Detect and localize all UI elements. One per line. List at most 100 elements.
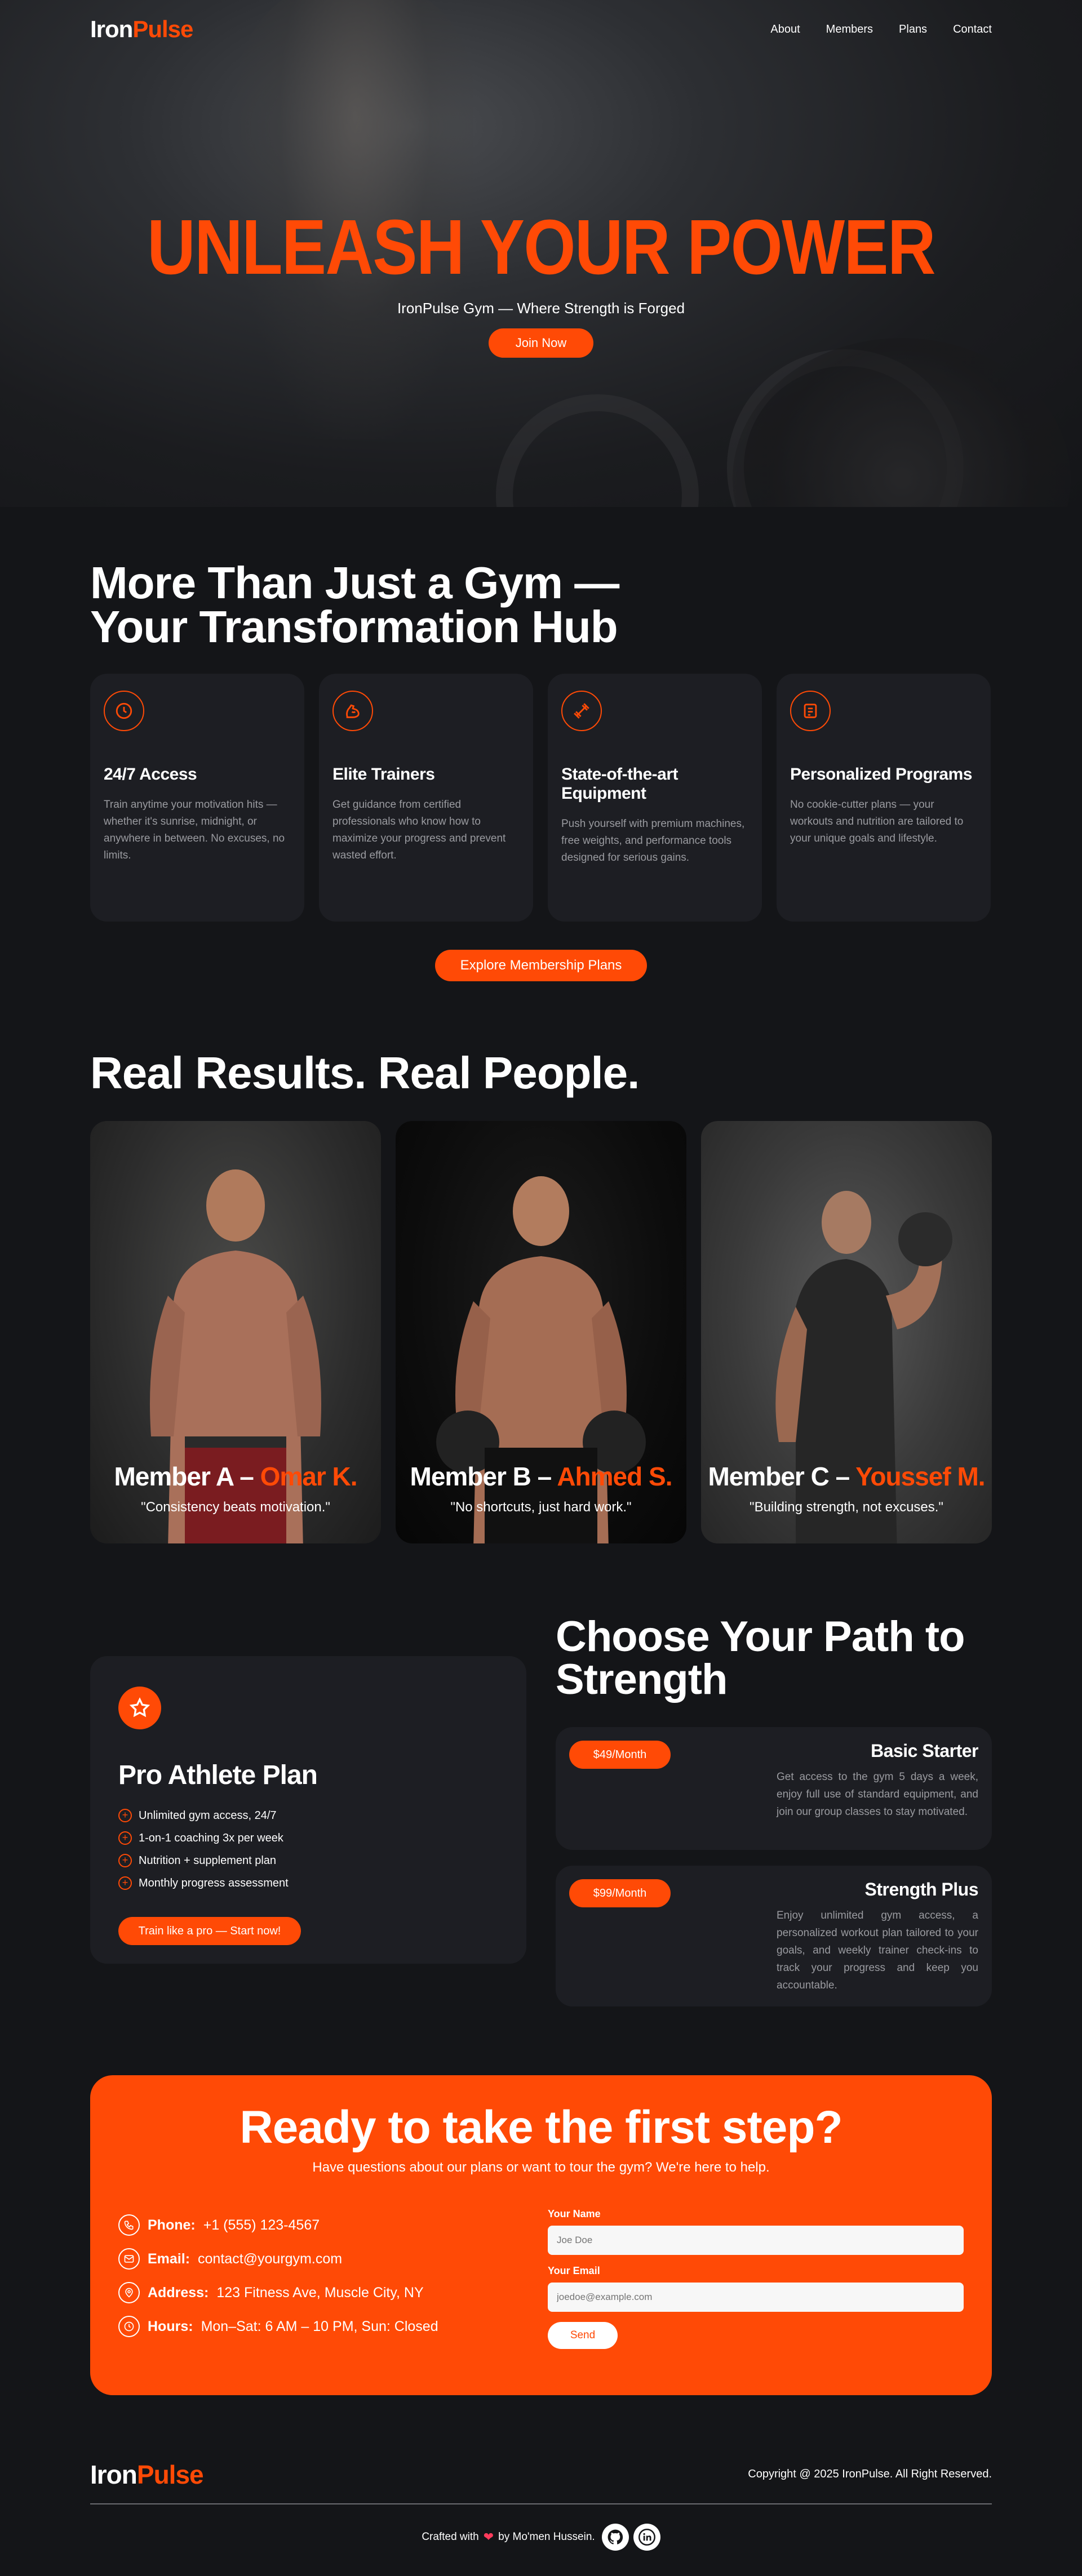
member-quote: "No shortcuts, just hard work." [450, 1500, 632, 1515]
results-title: Real Results. Real People. [90, 1048, 640, 1098]
feature-card-text: No cookie-cutter plans — your workouts a… [790, 799, 964, 844]
pro-plan-title: Pro Athlete Plan [118, 1760, 318, 1790]
contact-form: Your Name Your Email Send [548, 2208, 964, 2349]
contact-value: +1 (555) 123-4567 [203, 2217, 320, 2233]
name-input[interactable] [548, 2226, 964, 2255]
features-title-line: Your Transformation Hub [90, 602, 618, 652]
start-pro-plan-button[interactable]: Train like a pro — Start now! [118, 1917, 301, 1945]
plans-title-line: Choose Your Path to [556, 1613, 965, 1661]
plans-title: Choose Your Path to Strength [556, 1616, 965, 1701]
nav-link-members[interactable]: Members [826, 23, 873, 36]
contact-label: Phone: [148, 2217, 196, 2233]
explore-plans-button[interactable]: Explore Membership Plans [435, 950, 647, 981]
plan-description: Enjoy unlimited gym access, a personaliz… [777, 1910, 978, 1991]
member-label: Member C – [708, 1462, 850, 1491]
member-quote: "Building strength, not excuses." [750, 1500, 943, 1515]
plan-description: Get access to the gym 5 days a week, enj… [777, 1771, 978, 1818]
credit-text: Crafted with [422, 2531, 479, 2543]
member-caption: Member B – Ahmed S. "No shortcuts, just … [396, 1461, 686, 1515]
footer-divider [90, 2503, 992, 2504]
feature-card: Personalized Programs No cookie-cutter p… [777, 674, 991, 922]
contact-value: contact@yourgym.com [198, 2250, 343, 2267]
member-highlight-name: Ahmed S. [557, 1462, 672, 1491]
features-title-line: More Than Just a Gym — [90, 558, 619, 608]
plus-circle-icon: + [118, 1854, 132, 1867]
plans-title-line: Strength [556, 1656, 728, 1703]
contact-value: 123 Fitness Ave, Muscle City, NY [216, 2284, 424, 2301]
heart-icon: ❤ [483, 2530, 494, 2544]
pro-plan-card: Pro Athlete Plan + Unlimited gym access, … [90, 1656, 526, 1964]
logo[interactable]: IronPulse [90, 16, 193, 43]
feature-card-text: Push yourself with premium machines, fre… [561, 818, 745, 864]
logo-text-pulse: Pulse [136, 2460, 204, 2489]
feature-card-title: 24/7 Access [104, 765, 197, 784]
contact-label: Address: [148, 2284, 209, 2301]
feature-text: Monthly progress assessment [139, 1877, 289, 1889]
linkedin-icon[interactable] [633, 2524, 660, 2551]
contact-label: Hours: [148, 2318, 193, 2334]
phone-icon [118, 2214, 140, 2236]
price-button[interactable]: $49/Month [569, 1741, 671, 1769]
feature-card: State-of-the-art Equipment Push yourself… [548, 674, 762, 922]
plus-circle-icon: + [118, 1809, 132, 1822]
price-button[interactable]: $99/Month [569, 1879, 671, 1907]
feature-card: Elite Trainers Get guidance from certifi… [319, 674, 533, 922]
list-item: + Unlimited gym access, 24/7 [118, 1804, 498, 1827]
pro-plan-features: + Unlimited gym access, 24/7 +1-on-1 coac… [118, 1804, 498, 1894]
location-icon [118, 2282, 140, 2303]
dumbbell-icon [561, 691, 602, 731]
member-name: Member C – Youssef M. [701, 1461, 992, 1492]
contact-section: Ready to take the first step? Have quest… [90, 2075, 992, 2395]
member-caption: Member A – Omar K. "Consistency beats mo… [90, 1461, 381, 1515]
join-now-button[interactable]: Join Now [489, 328, 593, 358]
hero-background-plate [496, 394, 699, 507]
plus-circle-icon: + [118, 1876, 132, 1890]
name-label: Your Name [548, 2208, 601, 2219]
member-quote: "Consistency beats motivation." [141, 1500, 330, 1515]
member-card: Member C – Youssef M. "Building strength… [701, 1121, 992, 1543]
member-label: Member A – [114, 1462, 254, 1491]
member-card: Member A – Omar K. "Consistency beats mo… [90, 1121, 381, 1543]
email-input[interactable] [548, 2283, 964, 2312]
member-name: Member A – Omar K. [90, 1461, 381, 1492]
document-icon [790, 691, 831, 731]
hero-title: UNLEASH YOUR POWER [147, 204, 935, 291]
member-highlight-name: Omar K. [260, 1462, 358, 1491]
nav-link-contact[interactable]: Contact [953, 23, 992, 36]
contact-value: Mon–Sat: 6 AM – 10 PM, Sun: Closed [201, 2318, 438, 2334]
feature-text: Unlimited gym access, 24/7 [139, 1809, 277, 1822]
email-icon [118, 2248, 140, 2270]
nav-links: About Members Plans Contact [770, 23, 992, 36]
feature-card-text: Train anytime your motivation hits — whe… [104, 799, 285, 861]
nav-link-plans[interactable]: Plans [899, 23, 927, 36]
logo-text-iron: Iron [90, 2460, 138, 2489]
list-item: +1-on-1 coaching 3x per week [118, 1827, 498, 1849]
feature-card-title: State-of-the-art Equipment [561, 765, 679, 803]
contact-row-phone: Phone: +1 (555) 123-4567 [118, 2208, 438, 2242]
feature-card-title: Personalized Programs [790, 765, 972, 784]
contact-info: Phone: +1 (555) 123-4567 Email: contact@yo… [118, 2208, 438, 2343]
plus-circle-icon: + [118, 1831, 132, 1845]
credit-author: by Mo'men Hussein. [498, 2531, 595, 2543]
contact-subtitle: Have questions about our plans or want t… [312, 2160, 770, 2175]
member-caption: Member C – Youssef M. "Building strength… [701, 1461, 992, 1515]
footer-credit: Crafted with ❤ by Mo'men Hussein. [0, 2524, 1082, 2551]
contact-label: Email: [148, 2250, 190, 2267]
contact-row-email: Email: contact@yourgym.com [118, 2242, 438, 2276]
list-item: + Nutrition + supplement plan [118, 1849, 498, 1872]
feature-text: 1-on-1 coaching 3x per week [139, 1832, 283, 1844]
plan-card-strength: $99/Month Strength Plus Enjoy unlimited … [556, 1866, 992, 2006]
clock-icon [118, 2316, 140, 2337]
feature-card-text: Get guidance from certified professional… [332, 799, 506, 861]
footer-logo[interactable]: IronPulse [90, 2459, 204, 2490]
feature-cards: 24/7 Access Train anytime your motivatio… [90, 674, 991, 922]
nav-link-about[interactable]: About [770, 23, 800, 36]
contact-row-address: Address: 123 Fitness Ave, Muscle City, NY [118, 2276, 438, 2310]
copyright: Copyright @ 2025 IronPulse. All Right Re… [748, 2468, 992, 2480]
send-button[interactable]: Send [548, 2322, 618, 2349]
feature-card: 24/7 Access Train anytime your motivatio… [90, 674, 304, 922]
github-icon[interactable] [601, 2524, 629, 2551]
plan-card-basic: $49/Month Basic Starter Get access to th… [556, 1727, 992, 1850]
logo-text-iron: Iron [90, 16, 133, 42]
hero-background-plate [727, 349, 964, 507]
